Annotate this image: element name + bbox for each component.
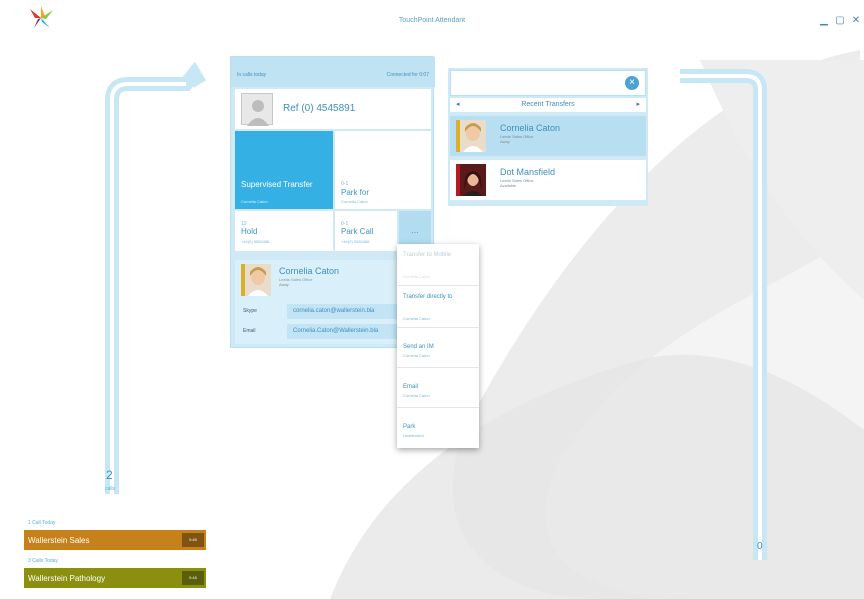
contact-name: Cornelia Caton (500, 123, 561, 133)
menu-item-transfer-directly[interactable]: Transfer directly to Cornelia Caton (397, 286, 479, 328)
tile-sub: Cornelia Caton (341, 199, 368, 204)
call-card-header-left: In calls today (237, 72, 267, 78)
menu-item-label: Transfer directly to (403, 294, 453, 300)
queue-wallerstein-sales[interactable]: Wallerstein Sales 0:45 (24, 530, 206, 550)
queue-name: Wallerstein Sales (28, 536, 90, 545)
menu-item-send-im[interactable]: Send an IM Cornelia Caton (397, 328, 479, 368)
minimize-button[interactable]: ▁ (818, 15, 830, 26)
queue-count: 1 Call Today (28, 520, 56, 526)
tile-label: Hold (241, 227, 258, 236)
tile-sub: +44(0) 5550456 (341, 239, 370, 244)
left-track-label: calls (105, 486, 116, 492)
search-input[interactable]: × (450, 70, 646, 96)
menu-item-transfer-mobile[interactable]: Transfer to Mobile Cornelia Caton (397, 244, 479, 286)
right-track-count: 0 (757, 541, 763, 552)
contact-photo (456, 120, 486, 152)
call-card-header: In calls today Connected for 0:07 (231, 57, 435, 87)
tile-sub: +44(0) 5550456 (241, 239, 270, 244)
contact-name: Cornelia Caton (279, 266, 340, 276)
contact-status: Away (500, 139, 510, 144)
park-for-tile[interactable]: 0-1 Park for Cornelia Caton (335, 131, 431, 209)
caller-number: Ref (0) 4545891 (283, 103, 356, 114)
call-card-header-right: Connected for 0:07 (386, 72, 429, 78)
supervised-transfer-tile[interactable]: Supervised Transfer Cornelia Caton (235, 131, 333, 209)
recent-transfers-title: Recent Transfers (521, 101, 575, 108)
nav-next-icon[interactable]: ▸ (636, 100, 640, 108)
menu-item-label: Park (403, 424, 416, 430)
more-dots-icon: ... (411, 225, 419, 235)
more-options-menu: Transfer to Mobile Cornelia Caton Transf… (397, 244, 479, 448)
left-track-count: 2 (106, 468, 113, 482)
menu-item-sub: Cornelia Caton (403, 316, 430, 321)
skype-label: Skype (243, 308, 257, 314)
contact-photo (241, 264, 271, 296)
contact-name: Dot Mansfield (500, 167, 556, 177)
contact-status: Away (279, 282, 289, 287)
queue-count: 3 Calls Today (28, 558, 58, 564)
tile-label: Park for (341, 188, 370, 197)
menu-item-email[interactable]: Email Cornelia Caton (397, 368, 479, 408)
clear-search-icon[interactable]: × (625, 76, 639, 90)
menu-item-label: Send an IM (403, 344, 434, 350)
queue-badge: 0:45 (182, 571, 204, 585)
tile-num: 0-1 (341, 181, 349, 187)
close-button[interactable]: ✕ (850, 15, 862, 26)
menu-item-sub: Unattended (403, 433, 424, 438)
menu-item-sub: Cornelia Caton (403, 274, 430, 279)
park-call-tile[interactable]: 0-1 Park Call +44(0) 5550456 (335, 211, 397, 251)
menu-item-sub: Cornelia Caton (403, 393, 430, 398)
tile-label: Supervised Transfer (241, 180, 313, 189)
caller-avatar-icon (241, 93, 273, 126)
contact-item-dot[interactable]: Dot Mansfield Leeds Sales Office Availab… (450, 160, 646, 200)
contact-photo (456, 164, 486, 196)
menu-item-sub: Cornelia Caton (403, 353, 430, 358)
contact-item-cornelia[interactable]: Cornelia Caton Leeds Sales Office Away (450, 116, 646, 156)
title-bar: TouchPoint Attendant ▁ ▢ ✕ (0, 0, 864, 44)
maximize-button[interactable]: ▢ (834, 15, 846, 26)
search-panel: × ◂ Recent Transfers ▸ Cornelia Caton Le… (448, 68, 648, 206)
queue-wallerstein-pathology[interactable]: Wallerstein Pathology 0:45 (24, 568, 206, 588)
contact-status: Available (500, 183, 517, 188)
tile-label: Park Call (341, 227, 374, 236)
email-label: Email (243, 328, 256, 334)
hold-tile[interactable]: 13 Hold +44(0) 5550456 (235, 211, 333, 251)
queue-badge: 0:45 (182, 533, 204, 547)
queue-name: Wallerstein Pathology (28, 574, 106, 583)
menu-item-park[interactable]: Park Unattended (397, 408, 479, 448)
menu-item-label: Email (403, 384, 419, 390)
app-title: TouchPoint Attendant (398, 17, 466, 24)
tile-sub: Cornelia Caton (241, 199, 268, 204)
recent-transfers-nav: ◂ Recent Transfers ▸ (450, 98, 646, 112)
caller-row: Ref (0) 4545891 (235, 89, 431, 129)
menu-item-label: Transfer to Mobile (403, 252, 452, 258)
